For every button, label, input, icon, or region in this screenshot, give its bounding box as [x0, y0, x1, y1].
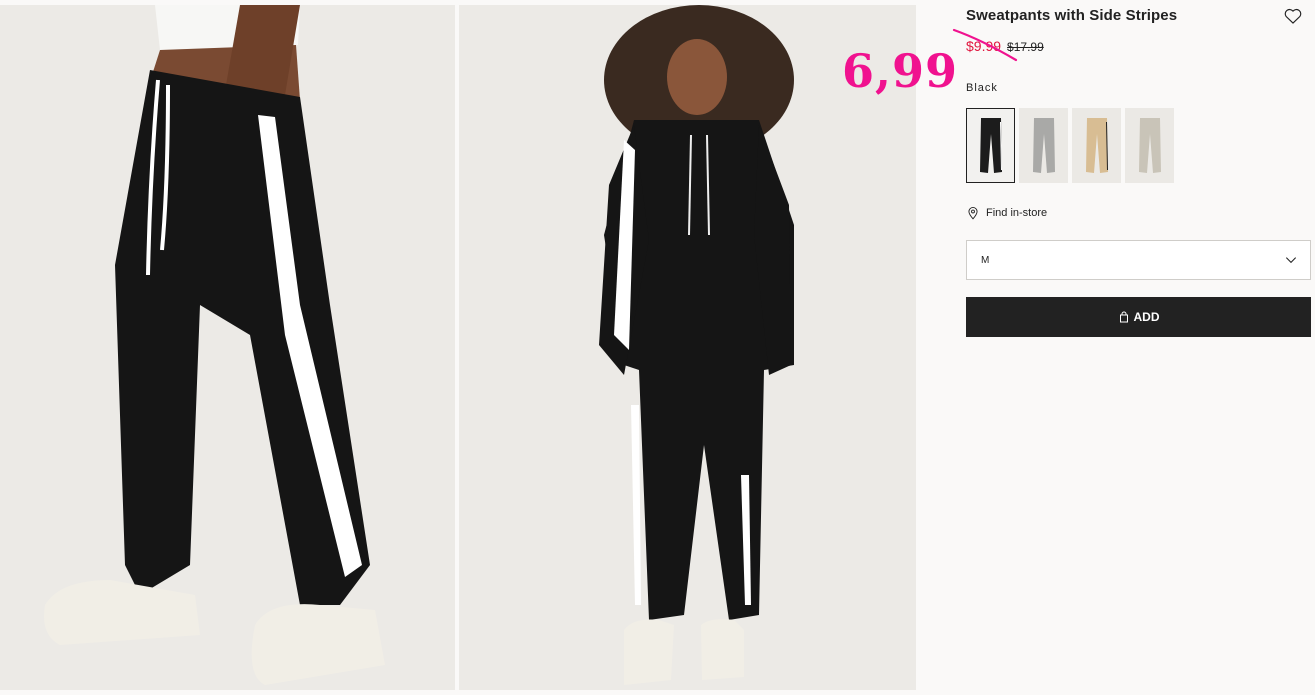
chevron-down-icon: [1285, 257, 1297, 264]
find-in-store-label: Find in-store: [986, 207, 1048, 219]
swatch-grey[interactable]: [1019, 108, 1068, 183]
map-pin-icon: [968, 207, 978, 220]
selected-color-label: Black: [966, 82, 998, 94]
pants-thumbnail-icon: [1032, 117, 1055, 173]
find-in-store-link[interactable]: Find in-store: [966, 206, 1047, 220]
pants-thumbnail-icon: [1085, 117, 1108, 173]
annotated-price: 6,99: [842, 44, 959, 98]
price-row: $9.99 $17.99: [966, 38, 1044, 54]
add-button-label: ADD: [1133, 310, 1160, 324]
product-page: Sweatpants with Side Stripes $9.99 $17.9…: [0, 0, 1315, 695]
heart-icon[interactable]: [1283, 6, 1303, 26]
pants-thumbnail-icon: [1138, 117, 1161, 173]
selected-size: M: [981, 254, 990, 266]
sale-price: $9.99: [966, 38, 1002, 54]
product-title: Sweatpants with Side Stripes: [966, 7, 1178, 24]
product-image-model[interactable]: [459, 5, 916, 690]
pants-thumbnail-icon: [979, 117, 1002, 173]
product-details-panel: Sweatpants with Side Stripes $9.99 $17.9…: [842, 0, 1315, 695]
shopping-bag-icon: [1119, 311, 1128, 323]
swatch-black[interactable]: [966, 108, 1015, 183]
color-swatches: [966, 108, 1174, 183]
add-to-bag-button[interactable]: ADD: [966, 297, 1311, 337]
size-select[interactable]: M: [966, 240, 1311, 280]
swatch-light-beige[interactable]: [1125, 108, 1174, 183]
product-image-closeup[interactable]: [0, 5, 455, 690]
original-price: $17.99: [1007, 40, 1044, 54]
swatch-beige[interactable]: [1072, 108, 1121, 183]
